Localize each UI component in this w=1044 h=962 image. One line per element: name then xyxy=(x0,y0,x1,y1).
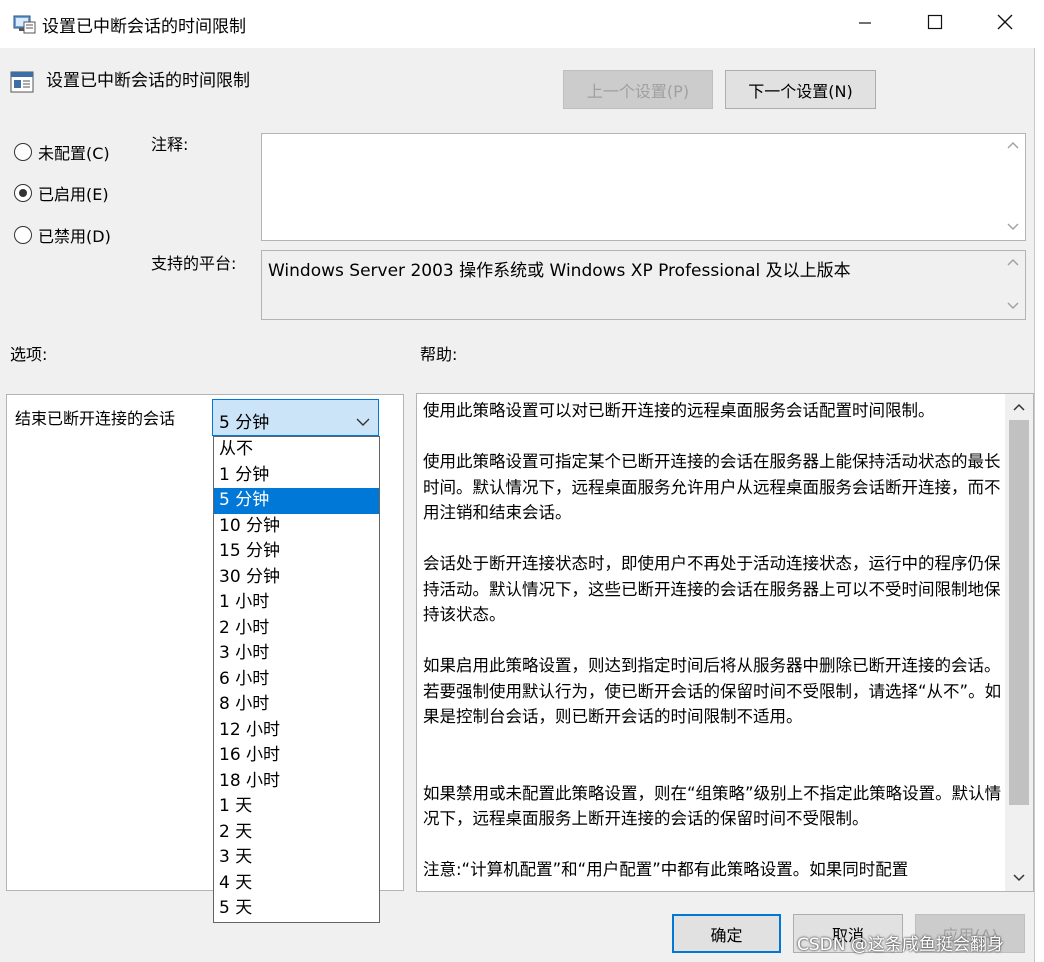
dropdown-option[interactable]: 1 分钟 xyxy=(214,463,379,489)
dropdown-option[interactable]: 2 小时 xyxy=(214,616,379,642)
previous-setting-button[interactable]: 上一个设置(P) xyxy=(563,70,713,109)
help-paragraph: 使用此策略设置可以对已断开连接的远程桌面服务会话配置时间限制。 xyxy=(423,401,935,420)
dropdown-option[interactable]: 30 分钟 xyxy=(214,565,379,591)
minimize-button[interactable] xyxy=(830,0,900,48)
dropdown-option[interactable]: 3 小时 xyxy=(214,641,379,667)
radio-label: 未配置(C) xyxy=(38,144,110,163)
scroll-down-icon[interactable] xyxy=(1002,217,1024,237)
radio-label: 已启用(E) xyxy=(38,185,109,204)
dropdown-option[interactable]: 10 分钟 xyxy=(214,514,379,540)
radio-dot xyxy=(19,189,27,197)
scrollbar-thumb[interactable] xyxy=(1009,420,1029,805)
help-panel[interactable]: 使用此策略设置可以对已断开连接的远程桌面服务会话配置时间限制。 使用此策略设置可… xyxy=(416,393,1034,892)
time-limit-select[interactable]: 5 分钟 xyxy=(212,399,379,436)
help-paragraph: 如果启用此策略设置，则达到指定时间后将从服务器中删除已断开连接的会话。若要强制使… xyxy=(423,656,1002,726)
maximize-button[interactable] xyxy=(900,0,970,48)
dropdown-option[interactable]: 12 小时 xyxy=(214,718,379,744)
maximize-icon xyxy=(927,14,943,34)
close-icon xyxy=(997,14,1013,34)
setting-icon xyxy=(10,70,34,94)
dropdown-option[interactable]: 1 小时 xyxy=(214,590,379,616)
close-button[interactable] xyxy=(970,0,1040,48)
minimize-icon xyxy=(858,15,872,34)
options-label: 选项: xyxy=(10,345,48,364)
help-paragraph: 如果禁用或未配置此策略设置，则在“组策略”级别上不指定此策略设置。默认情况下，远… xyxy=(423,783,1002,829)
dropdown-option[interactable]: 6 小时 xyxy=(214,667,379,693)
window-title: 设置已中断会话的时间限制 xyxy=(42,17,246,37)
dropdown-option[interactable]: 1 天 xyxy=(214,794,379,820)
scroll-down-icon[interactable] xyxy=(1008,868,1030,888)
dropdown-option[interactable]: 16 小时 xyxy=(214,743,379,769)
comment-label: 注释: xyxy=(151,135,189,154)
comment-scrollbar[interactable] xyxy=(1002,135,1024,239)
comment-textarea[interactable] xyxy=(261,133,1026,241)
setting-title: 设置已中断会话的时间限制 xyxy=(46,71,250,91)
help-label: 帮助: xyxy=(420,345,458,364)
scroll-down-icon[interactable] xyxy=(1002,296,1024,316)
scroll-up-icon[interactable] xyxy=(1002,135,1024,155)
policy-icon xyxy=(12,12,36,34)
select-value: 5 分钟 xyxy=(219,413,270,433)
watermark: CSDN @这条咸鱼挺会翻身 xyxy=(797,935,1004,955)
dropdown-option[interactable]: 8 小时 xyxy=(214,692,379,718)
end-session-label: 结束已断开连接的会话 xyxy=(15,409,176,428)
radio-circle[interactable] xyxy=(14,184,32,202)
radio-circle[interactable] xyxy=(14,226,32,244)
time-limit-dropdown[interactable]: 从不 1 分钟 5 分钟 10 分钟 15 分钟 30 分钟 1 小时 2 小时… xyxy=(213,436,380,923)
dropdown-option[interactable]: 5 天 xyxy=(214,896,379,922)
dropdown-option[interactable]: 4 天 xyxy=(214,871,379,897)
chevron-down-icon xyxy=(356,412,370,431)
radio-not-configured[interactable]: 未配置(C) xyxy=(14,140,110,164)
platform-value: Windows Server 2003 操作系统或 Windows XP Pro… xyxy=(268,261,851,281)
help-paragraph: 会话处于断开连接状态时，即使用户不再处于活动连接状态，运行中的程序仍保持活动。默… xyxy=(423,554,1001,624)
dropdown-option[interactable]: 从不 xyxy=(214,437,379,463)
dropdown-option[interactable]: 3 天 xyxy=(214,845,379,871)
dropdown-option[interactable]: 2 天 xyxy=(214,820,379,846)
platform-label: 支持的平台: xyxy=(151,254,237,273)
radio-label: 已禁用(D) xyxy=(38,227,111,246)
dropdown-option-selected[interactable]: 5 分钟 xyxy=(214,488,379,514)
scroll-up-icon[interactable] xyxy=(1008,397,1030,417)
help-scrollbar[interactable] xyxy=(1005,394,1033,891)
platform-scrollbar[interactable] xyxy=(1002,252,1024,318)
window-edge xyxy=(1034,48,1044,962)
dropdown-option[interactable]: 18 小时 xyxy=(214,769,379,795)
radio-disabled[interactable]: 已禁用(D) xyxy=(14,223,111,247)
next-setting-button[interactable]: 下一个设置(N) xyxy=(725,70,876,109)
radio-enabled[interactable]: 已启用(E) xyxy=(14,181,109,205)
radio-circle[interactable] xyxy=(14,143,32,161)
help-text: 使用此策略设置可以对已断开连接的远程桌面服务会话配置时间限制。 使用此策略设置可… xyxy=(423,398,1003,891)
help-paragraph: 使用此策略设置可指定某个已断开连接的会话在服务器上能保持活动状态的最长时间。默认… xyxy=(423,452,1001,522)
scroll-up-icon[interactable] xyxy=(1002,252,1024,272)
help-paragraph: 注意:“计算机配置”和“用户配置”中都有此策略设置。如果同时配置 xyxy=(423,860,909,879)
ok-button[interactable]: 确定 xyxy=(672,914,781,953)
dropdown-option[interactable]: 15 分钟 xyxy=(214,539,379,565)
